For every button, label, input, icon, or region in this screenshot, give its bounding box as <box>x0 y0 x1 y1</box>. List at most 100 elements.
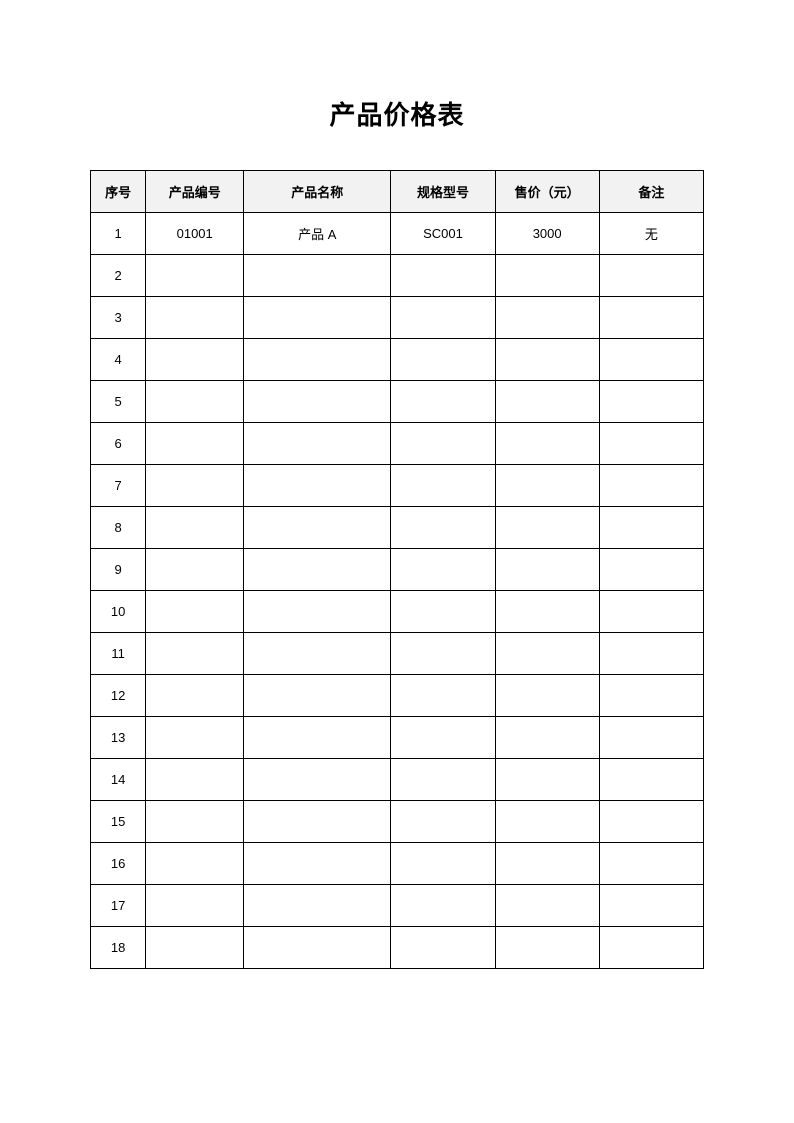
cell-spec <box>391 339 495 381</box>
cell-code: 01001 <box>146 213 244 255</box>
cell-price <box>495 591 599 633</box>
cell-seq: 4 <box>91 339 146 381</box>
table-row: 14 <box>91 759 704 801</box>
table-row: 11 <box>91 633 704 675</box>
cell-code <box>146 717 244 759</box>
cell-spec <box>391 591 495 633</box>
cell-price <box>495 423 599 465</box>
cell-seq: 10 <box>91 591 146 633</box>
cell-remark <box>599 885 703 927</box>
cell-seq: 1 <box>91 213 146 255</box>
col-name: 产品名称 <box>244 171 391 213</box>
cell-spec: SC001 <box>391 213 495 255</box>
cell-spec <box>391 549 495 591</box>
cell-price <box>495 885 599 927</box>
cell-code <box>146 255 244 297</box>
cell-remark <box>599 591 703 633</box>
cell-name <box>244 507 391 549</box>
cell-price <box>495 927 599 969</box>
cell-price <box>495 465 599 507</box>
cell-spec <box>391 885 495 927</box>
cell-seq: 7 <box>91 465 146 507</box>
table-row: 101001产品 ASC0013000无 <box>91 213 704 255</box>
cell-name <box>244 927 391 969</box>
cell-seq: 8 <box>91 507 146 549</box>
cell-code <box>146 801 244 843</box>
cell-name <box>244 339 391 381</box>
cell-spec <box>391 801 495 843</box>
table-row: 12 <box>91 675 704 717</box>
cell-name <box>244 633 391 675</box>
cell-remark <box>599 927 703 969</box>
table-row: 16 <box>91 843 704 885</box>
table-row: 15 <box>91 801 704 843</box>
cell-remark <box>599 381 703 423</box>
cell-name <box>244 549 391 591</box>
cell-code <box>146 927 244 969</box>
cell-remark <box>599 297 703 339</box>
cell-code <box>146 549 244 591</box>
cell-price <box>495 549 599 591</box>
cell-seq: 2 <box>91 255 146 297</box>
cell-code <box>146 339 244 381</box>
col-price: 售价（元） <box>495 171 599 213</box>
cell-name <box>244 255 391 297</box>
table-row: 2 <box>91 255 704 297</box>
table-row: 6 <box>91 423 704 465</box>
cell-code <box>146 591 244 633</box>
cell-price <box>495 717 599 759</box>
cell-seq: 9 <box>91 549 146 591</box>
col-spec: 规格型号 <box>391 171 495 213</box>
cell-price <box>495 675 599 717</box>
cell-name <box>244 591 391 633</box>
cell-name <box>244 801 391 843</box>
cell-seq: 3 <box>91 297 146 339</box>
cell-spec <box>391 759 495 801</box>
cell-price <box>495 843 599 885</box>
cell-remark <box>599 507 703 549</box>
cell-name <box>244 675 391 717</box>
cell-seq: 6 <box>91 423 146 465</box>
cell-remark <box>599 717 703 759</box>
cell-spec <box>391 423 495 465</box>
cell-code <box>146 465 244 507</box>
cell-spec <box>391 927 495 969</box>
cell-code <box>146 507 244 549</box>
cell-price <box>495 759 599 801</box>
cell-price <box>495 633 599 675</box>
cell-seq: 13 <box>91 717 146 759</box>
cell-price <box>495 801 599 843</box>
cell-name <box>244 297 391 339</box>
cell-remark <box>599 843 703 885</box>
cell-name <box>244 465 391 507</box>
cell-price: 3000 <box>495 213 599 255</box>
cell-name <box>244 381 391 423</box>
cell-remark <box>599 633 703 675</box>
cell-code <box>146 381 244 423</box>
table-row: 7 <box>91 465 704 507</box>
cell-price <box>495 381 599 423</box>
table-row: 10 <box>91 591 704 633</box>
cell-code <box>146 297 244 339</box>
col-seq: 序号 <box>91 171 146 213</box>
cell-remark <box>599 675 703 717</box>
cell-remark <box>599 549 703 591</box>
cell-spec <box>391 843 495 885</box>
table-row: 18 <box>91 927 704 969</box>
col-remark: 备注 <box>599 171 703 213</box>
cell-spec <box>391 297 495 339</box>
cell-code <box>146 675 244 717</box>
table-row: 8 <box>91 507 704 549</box>
table-row: 9 <box>91 549 704 591</box>
table-header-row: 序号 产品编号 产品名称 规格型号 售价（元） 备注 <box>91 171 704 213</box>
page-title: 产品价格表 <box>90 95 704 132</box>
cell-price <box>495 507 599 549</box>
cell-remark <box>599 423 703 465</box>
cell-spec <box>391 381 495 423</box>
cell-remark: 无 <box>599 213 703 255</box>
cell-name <box>244 759 391 801</box>
cell-remark <box>599 465 703 507</box>
cell-code <box>146 759 244 801</box>
cell-seq: 12 <box>91 675 146 717</box>
cell-spec <box>391 717 495 759</box>
